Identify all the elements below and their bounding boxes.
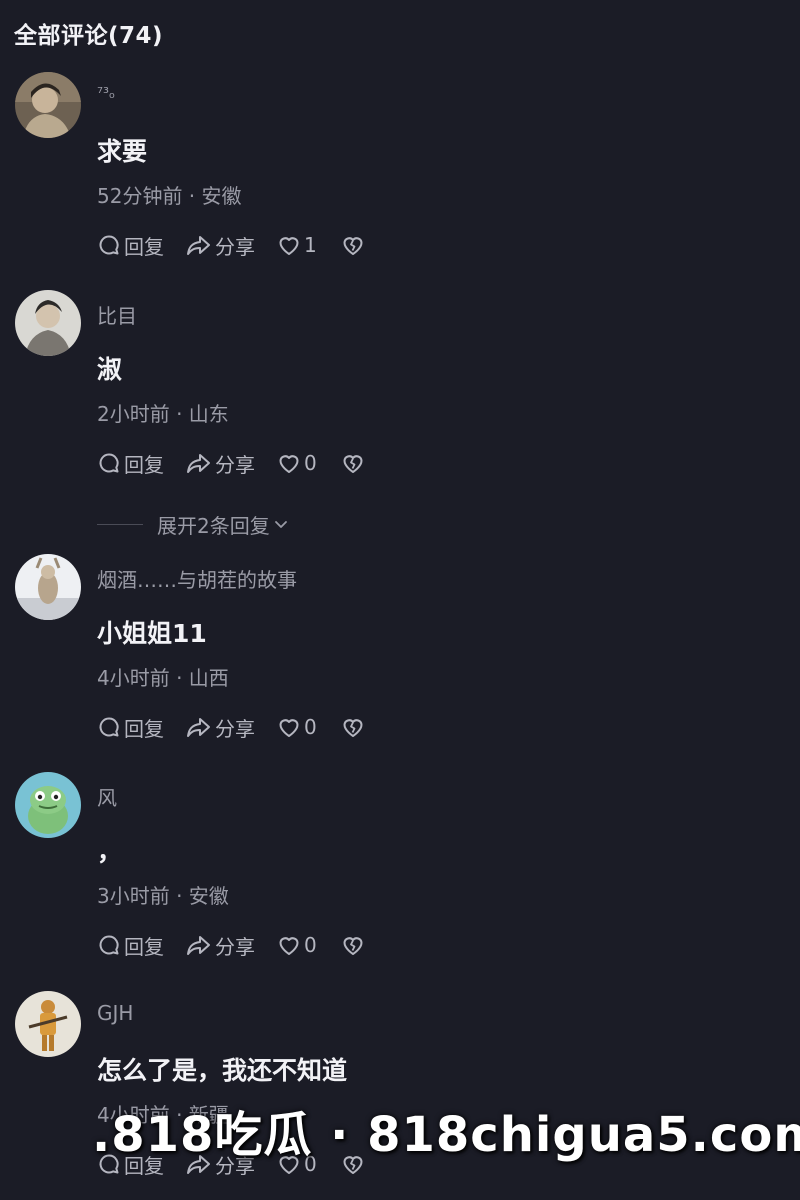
reply-label: 回复 [124, 234, 164, 259]
comment-meta: 4小时前 · 山西 [97, 666, 229, 690]
comment-actions: 回复 分享 1 [97, 230, 390, 260]
comment-text: 怎么了是，我还不知道 [97, 1056, 348, 1085]
comment-text: ， [97, 837, 123, 866]
reply-label: 回复 [124, 452, 164, 477]
like-count: 0 [304, 715, 317, 739]
divider-line [97, 524, 143, 525]
like-count: 0 [304, 933, 317, 957]
broken-heart-icon [343, 719, 363, 737]
broken-heart-icon [343, 937, 363, 955]
heart-icon [279, 719, 299, 737]
share-button[interactable]: 分享 [186, 449, 255, 478]
reply-button[interactable]: 回复 [97, 449, 164, 478]
avatar[interactable] [15, 991, 81, 1057]
comment-actions: 回复 分享 0 [97, 930, 390, 960]
watermark-text: .818吃瓜 · 818chigua5.com [92, 1107, 800, 1163]
chat-bubble-icon [99, 717, 119, 737]
comment-username[interactable]: GJH [97, 1001, 133, 1025]
comment-actions: 回复 分享 0 [97, 448, 390, 478]
chevron-down-icon [274, 520, 287, 528]
reply-label: 回复 [124, 934, 164, 959]
comment-meta: 52分钟前 · 安徽 [97, 184, 242, 208]
share-arrow-icon [187, 236, 210, 255]
heart-icon [279, 455, 299, 473]
share-arrow-icon [187, 718, 210, 737]
like-count: 0 [304, 451, 317, 475]
reply-button[interactable]: 回复 [97, 713, 164, 742]
avatar[interactable] [15, 772, 81, 838]
dislike-button[interactable] [341, 934, 368, 956]
like-button[interactable]: 0 [277, 933, 317, 957]
share-label: 分享 [215, 934, 255, 959]
like-button[interactable]: 0 [277, 451, 317, 475]
share-button[interactable]: 分享 [186, 713, 255, 742]
comment-text: 淑 [97, 355, 123, 384]
share-button[interactable]: 分享 [186, 931, 255, 960]
heart-icon [279, 937, 299, 955]
heart-icon [279, 237, 299, 255]
dislike-button[interactable] [341, 452, 368, 474]
like-button[interactable]: 0 [277, 715, 317, 739]
avatar[interactable] [15, 72, 81, 138]
comments-header-title: 全部评论(74) [14, 23, 164, 49]
share-label: 分享 [215, 234, 255, 259]
broken-heart-icon [343, 455, 363, 473]
comment-username[interactable]: 风 [97, 782, 117, 811]
avatar[interactable] [15, 554, 81, 620]
comment-username[interactable]: 烟酒……与胡茬的故事 [97, 564, 297, 593]
share-label: 分享 [215, 716, 255, 741]
comment-meta: 2小时前 · 山东 [97, 402, 229, 426]
avatar[interactable] [15, 290, 81, 356]
like-count: 1 [304, 233, 317, 257]
reply-label: 回复 [124, 716, 164, 741]
chat-bubble-icon [99, 235, 119, 255]
share-arrow-icon [187, 454, 210, 473]
share-button[interactable]: 分享 [186, 231, 255, 260]
comment-username[interactable]: 比目 [97, 300, 137, 329]
comment-actions: 回复 分享 0 [97, 712, 390, 742]
dislike-button[interactable] [341, 716, 368, 738]
expand-replies-label: 展开2条回复 [157, 514, 270, 538]
reply-button[interactable]: 回复 [97, 931, 164, 960]
like-button[interactable]: 1 [277, 233, 317, 257]
dislike-button[interactable] [341, 234, 368, 256]
broken-heart-icon [343, 237, 363, 255]
expand-replies-button[interactable]: 展开2条回复 [97, 510, 289, 539]
comment-meta: 3小时前 · 安徽 [97, 884, 229, 908]
comment-username[interactable]: ⁷³ₒ [97, 84, 115, 102]
comment-text: 小姐姐11 [97, 619, 207, 648]
share-label: 分享 [215, 452, 255, 477]
reply-button[interactable]: 回复 [97, 231, 164, 260]
chat-bubble-icon [99, 935, 119, 955]
share-arrow-icon [187, 936, 210, 955]
comment-text: 求要 [97, 137, 148, 166]
chat-bubble-icon [99, 453, 119, 473]
